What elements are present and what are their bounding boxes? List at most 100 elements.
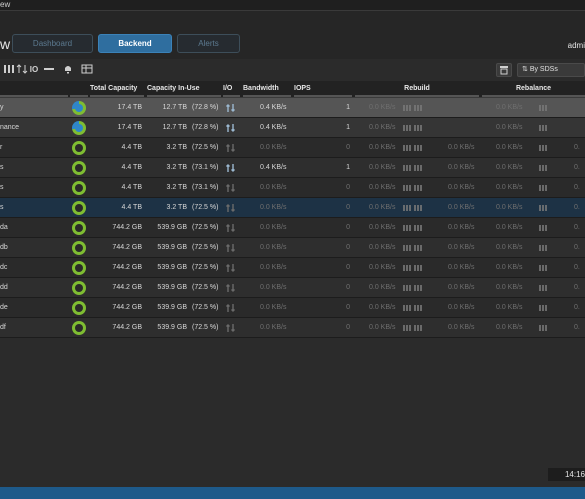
rebuild-write: 0.0 KB/s [448, 244, 475, 251]
col-capacity-in-use-header[interactable]: Capacity In-Use [147, 81, 221, 97]
rebuild-io-icon [413, 123, 423, 133]
grid-icon[interactable] [80, 64, 94, 76]
bandwidth-value: 0.0 KB/s [260, 244, 287, 251]
total-capacity: 744.2 GB [112, 264, 142, 271]
rebuild-arrow-icon [402, 303, 412, 313]
rebuild-read: 0.0 KB/s [369, 284, 396, 291]
table-row[interactable]: de 744.2 GB 539.9 GB (72.5 %) 0.0 KB/s 0 0.0 K… [0, 298, 585, 318]
rebalance-io-icon [538, 103, 548, 113]
io-activity-icon [226, 103, 236, 113]
col-total-capacity-header[interactable]: Total Capacity [90, 81, 144, 97]
capacity-in-use: 539.9 GB [157, 264, 187, 271]
rebuild-read: 0.0 KB/s [369, 144, 396, 151]
capacity-ring-icon [72, 201, 86, 215]
rebuild-read: 0.0 KB/s [369, 324, 396, 331]
col-bandwidth-header[interactable]: Bandwidth [243, 81, 291, 97]
table-row[interactable]: s 4.4 TB 3.2 TB (73.1 %) 0.0 KB/s 0 0.0 KB/s 0.… [0, 178, 585, 198]
capacity-in-use: 539.9 GB [157, 284, 187, 291]
capacity-in-use: 3.2 TB [166, 144, 188, 151]
rebuild-arrow-icon [402, 123, 412, 133]
table-row[interactable]: nance 17.4 TB 12.7 TB (72.8 %) 0.4 KB/s 1 0.0 … [0, 118, 585, 138]
capacity-ring-icon [72, 221, 86, 235]
io-icon[interactable]: IO [27, 64, 41, 76]
capacity-ring-icon [72, 121, 86, 135]
rebalance-read: 0.0 KB/s [496, 224, 523, 231]
table-row[interactable]: dc 744.2 GB 539.9 GB (72.5 %) 0.0 KB/s 0 0.0 K… [0, 258, 585, 278]
row-name: df [0, 324, 6, 331]
rebalance-io-icon [538, 123, 548, 133]
rebuild-arrow-icon [402, 143, 412, 153]
table-row[interactable]: db 744.2 GB 539.9 GB (72.5 %) 0.0 KB/s 0 0.0 K… [0, 238, 585, 258]
rebalance-write: 0. [574, 224, 580, 231]
capacity-ring-icon [72, 321, 86, 335]
col-iops-header[interactable]: IOPS [294, 81, 352, 97]
capacity-in-use: 539.9 GB [157, 324, 187, 331]
bandwidth-value: 0.4 KB/s [260, 104, 287, 111]
total-capacity: 4.4 TB [121, 184, 143, 191]
io-activity-icon [226, 143, 236, 153]
col-status-header[interactable] [70, 81, 88, 97]
row-name: de [0, 304, 8, 311]
rebalance-io-icon [538, 163, 548, 173]
col-io-header[interactable]: I/O [223, 81, 240, 97]
bandwidth-value: 0.0 KB/s [260, 144, 287, 151]
total-capacity: 744.2 GB [112, 284, 142, 291]
rebalance-write: 0. [574, 244, 580, 251]
table-row[interactable]: df 744.2 GB 539.9 GB (72.5 %) 0.0 KB/s 0 0.0 K… [0, 318, 585, 338]
rebalance-io-icon [538, 283, 548, 293]
rebuild-arrow-icon [402, 283, 412, 293]
bell-icon[interactable] [61, 64, 75, 76]
capacity-percent: (72.5 %) [192, 244, 219, 251]
toolbar: IO ⇅ By SDSs [0, 59, 585, 81]
user-menu[interactable]: admi [568, 41, 585, 50]
io-activity-icon [226, 223, 236, 233]
status-footer [0, 487, 585, 499]
group-by-sdss-button[interactable]: ⇅ By SDSs [517, 63, 585, 77]
rebuild-io-icon [413, 283, 423, 293]
col-rebuild-header[interactable]: Rebuild [355, 81, 479, 97]
rebalance-io-icon [538, 243, 548, 253]
rebuild-write: 0.0 KB/s [448, 304, 475, 311]
rebuild-io-icon [413, 103, 423, 113]
capacity-ring-icon [72, 261, 86, 275]
expand-icon[interactable] [2, 64, 16, 76]
rebuild-read: 0.0 KB/s [369, 264, 396, 271]
rebuild-io-icon [413, 323, 423, 333]
bandwidth-value: 0.0 KB/s [260, 224, 287, 231]
rebuild-io-icon [413, 203, 423, 213]
group-icon: ⇅ [522, 66, 530, 73]
table-row[interactable]: s 4.4 TB 3.2 TB (73.1 %) 0.4 KB/s 1 0.0 KB/s 0.… [0, 158, 585, 178]
capacity-percent: (72.5 %) [192, 284, 219, 291]
iops-value: 1 [346, 124, 350, 131]
iops-value: 0 [346, 284, 350, 291]
rebalance-read: 0.0 KB/s [496, 184, 523, 191]
total-capacity: 744.2 GB [112, 324, 142, 331]
capacity-percent: (72.5 %) [192, 144, 219, 151]
table-row[interactable]: s 4.4 TB 3.2 TB (72.5 %) 0.0 KB/s 0 0.0 KB/s 0.… [0, 198, 585, 218]
rebalance-io-icon [538, 263, 548, 273]
tab-dashboard[interactable]: Dashboard [12, 34, 93, 53]
rebalance-read: 0.0 KB/s [496, 164, 523, 171]
capacity-percent: (72.5 %) [192, 224, 219, 231]
capacity-in-use: 3.2 TB [166, 164, 188, 171]
table-row[interactable]: r 4.4 TB 3.2 TB (72.5 %) 0.0 KB/s 0 0.0 KB/s 0.… [0, 138, 585, 158]
tab-alerts[interactable]: Alerts [177, 34, 240, 53]
table-row[interactable]: da 744.2 GB 539.9 GB (72.5 %) 0.0 KB/s 0 0.0 K… [0, 218, 585, 238]
table-row[interactable]: y 17.4 TB 12.7 TB (72.8 %) 0.4 KB/s 1 0.0 KB/s… [0, 98, 585, 118]
export-icon[interactable] [496, 63, 512, 77]
table-row[interactable]: dd 744.2 GB 539.9 GB (72.5 %) 0.0 KB/s 0 0.0 K… [0, 278, 585, 298]
rebuild-read: 0.0 KB/s [369, 204, 396, 211]
tab-backend[interactable]: Backend [98, 34, 172, 53]
col-name-header[interactable] [0, 81, 68, 97]
rebuild-arrow-icon [402, 243, 412, 253]
minus-icon[interactable] [42, 64, 56, 76]
io-activity-icon [226, 183, 236, 193]
col-rebalance-header[interactable]: Rebalance [482, 81, 585, 97]
bandwidth-value: 0.0 KB/s [260, 264, 287, 271]
rebalance-io-icon [538, 183, 548, 193]
rebuild-write: 0.0 KB/s [448, 224, 475, 231]
rebalance-io-icon [538, 303, 548, 313]
iops-value: 1 [346, 164, 350, 171]
row-name: y [0, 104, 4, 111]
rebuild-write: 0.0 KB/s [448, 184, 475, 191]
